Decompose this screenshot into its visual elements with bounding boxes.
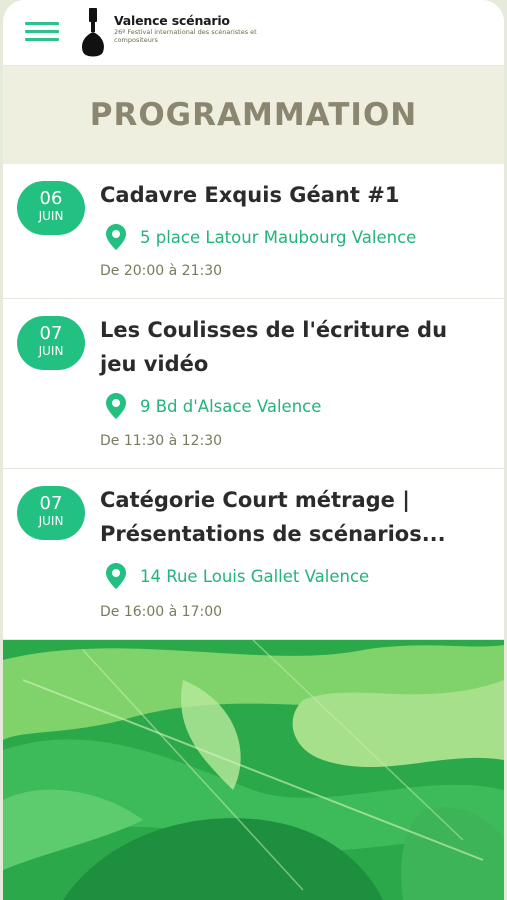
- festival-logo-icon: [82, 8, 104, 57]
- top-bar: Valence scénario 26º Festival internatio…: [3, 0, 504, 66]
- leaves-background-image: [3, 639, 504, 900]
- event-title[interactable]: Catégorie Court métrage | Présentations …: [100, 483, 490, 551]
- app-frame: Valence scénario 26º Festival internatio…: [3, 0, 504, 900]
- location-text: 5 place Latour Maubourg Valence: [140, 227, 417, 247]
- location-text: 9 Bd d'Alsace Valence: [140, 396, 322, 416]
- date-day: 07: [39, 493, 63, 514]
- section-header: PROGRAMMATION: [3, 66, 504, 164]
- date-month: JUIN: [38, 344, 64, 358]
- event-time: De 16:00 à 17:00: [100, 604, 223, 620]
- location-text: 14 Rue Louis Gallet Valence: [140, 566, 370, 586]
- logo-subtitle: 26º Festival international des scénarist…: [114, 28, 257, 44]
- page-title: PROGRAMMATION: [89, 97, 418, 133]
- event-title[interactable]: Cadavre Exquis Géant #1: [100, 178, 490, 212]
- date-badge: 07 JUIN: [17, 316, 85, 370]
- date-badge: 07 JUIN: [17, 486, 85, 540]
- logo-text: Valence scénario 26º Festival internatio…: [114, 13, 264, 45]
- date-month: JUIN: [38, 209, 64, 223]
- event-title[interactable]: Les Coulisses de l'écriture du jeu vidéo: [100, 313, 490, 381]
- date-badge: 06 JUIN: [17, 181, 85, 235]
- location-pin-icon: [106, 563, 126, 589]
- leaves-illustration: [3, 639, 504, 900]
- date-day: 06: [39, 188, 63, 209]
- logo-title: Valence scénario: [114, 13, 230, 28]
- event-location[interactable]: 5 place Latour Maubourg Valence: [106, 224, 416, 250]
- event-location[interactable]: 14 Rue Louis Gallet Valence: [106, 563, 369, 589]
- event-card[interactable]: 06 JUIN Cadavre Exquis Géant #1 5 place …: [3, 164, 504, 299]
- date-day: 07: [39, 323, 63, 344]
- hamburger-icon[interactable]: [25, 22, 59, 42]
- location-pin-icon: [106, 393, 126, 419]
- location-pin-icon: [106, 224, 126, 250]
- date-month: JUIN: [38, 514, 64, 528]
- event-time: De 20:00 à 21:30: [100, 263, 223, 279]
- event-card[interactable]: 07 JUIN Les Coulisses de l'écriture du j…: [3, 299, 504, 469]
- event-location[interactable]: 9 Bd d'Alsace Valence: [106, 393, 321, 419]
- event-time: De 11:30 à 12:30: [100, 433, 223, 449]
- event-card[interactable]: 07 JUIN Catégorie Court métrage | Présen…: [3, 469, 504, 640]
